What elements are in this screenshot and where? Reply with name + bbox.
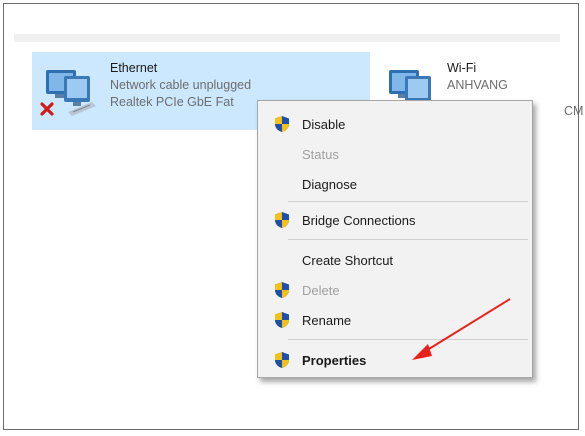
menu-separator <box>288 339 528 340</box>
menu-separator <box>288 239 528 240</box>
menu-item-disable[interactable]: Disable <box>258 109 532 139</box>
uac-shield-icon <box>275 352 289 368</box>
adapter-device-fragment: CM <box>564 104 584 118</box>
uac-shield-icon <box>275 116 289 132</box>
menu-item-label: Status <box>302 147 339 162</box>
menu-separator <box>288 201 528 202</box>
menu-item-label: Bridge Connections <box>302 213 416 228</box>
uac-shield-icon <box>275 312 289 328</box>
menu-item-label: Delete <box>302 283 340 298</box>
menu-item-label: Disable <box>302 117 346 132</box>
adapter-name: Wi-Fi <box>447 61 477 75</box>
menu-item-status[interactable]: Status <box>258 139 532 169</box>
menu-item-create-shortcut[interactable]: Create Shortcut <box>258 245 532 275</box>
uac-shield-icon <box>275 212 289 228</box>
toolbar-strip <box>14 34 560 42</box>
menu-item-label: Rename <box>302 313 352 328</box>
adapter-name: Ethernet <box>110 61 158 75</box>
context-menu: Disable Status Diagnose Bridge Connectio… <box>257 100 533 378</box>
adapter-status: ANHVANG <box>447 78 508 92</box>
menu-item-label: Create Shortcut <box>302 253 394 268</box>
menu-item-rename[interactable]: Rename <box>258 305 532 335</box>
menu-item-properties[interactable]: Properties <box>258 345 532 375</box>
menu-item-label: Diagnose <box>302 177 357 192</box>
menu-item-label: Properties <box>302 353 367 368</box>
uac-shield-icon <box>275 282 289 298</box>
menu-item-delete[interactable]: Delete <box>258 275 532 305</box>
adapter-device: Realtek PCIe GbE Fat <box>110 95 234 109</box>
error-x-icon <box>40 102 54 116</box>
menu-item-bridge-connections[interactable]: Bridge Connections <box>258 205 532 235</box>
adapter-status: Network cable unplugged <box>110 78 252 92</box>
network-adapter-icon <box>40 70 96 116</box>
menu-item-diagnose[interactable]: Diagnose <box>258 169 532 199</box>
